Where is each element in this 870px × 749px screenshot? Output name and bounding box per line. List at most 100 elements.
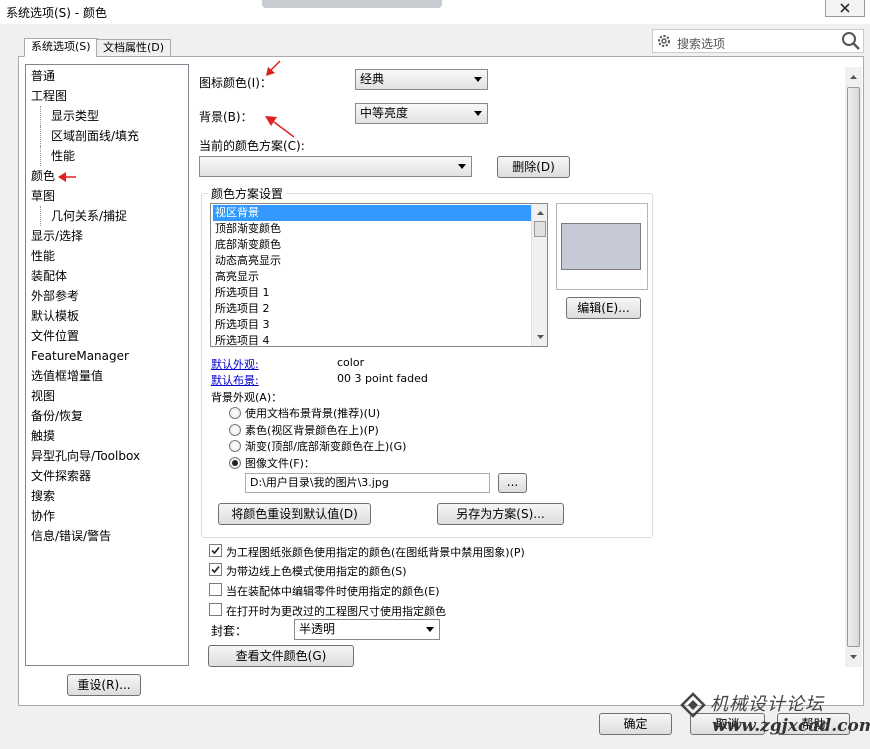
scroll-down-icon[interactable]: [845, 650, 862, 664]
checkbox-shaded-with-edges-label[interactable]: 为带边线上色模式使用指定的颜色(S): [226, 563, 407, 579]
default-scene-value: 00 3 point faded: [337, 372, 428, 385]
reset-button[interactable]: 重设(R)...: [67, 674, 141, 696]
list-item-selected[interactable]: 视区背景: [213, 205, 531, 221]
tree-item-collaboration[interactable]: 协作: [31, 506, 55, 526]
radio-image-file[interactable]: [229, 457, 241, 469]
tree-item-colors[interactable]: 颜色: [31, 166, 55, 186]
checkbox-changed-dimensions[interactable]: [209, 603, 222, 616]
checkbox-drawing-paper-color-label[interactable]: 为工程图纸张颜色使用指定的颜色(在图纸背景中禁用图象)(P): [226, 544, 525, 560]
default-appearance-link[interactable]: 默认外观:: [211, 356, 259, 372]
scroll-thumb[interactable]: [847, 87, 860, 647]
tree-item-backup-recover[interactable]: 备份/恢复: [31, 406, 83, 426]
background-label: 背景(B)：: [199, 110, 253, 124]
radio-document-scene-label[interactable]: 使用文档布景背景(推荐)(U): [245, 405, 380, 421]
tree-item-hole-wizard-toolbox[interactable]: 异型孔向导/Toolbox: [31, 446, 140, 466]
tree-item-assemblies[interactable]: 装配体: [31, 266, 67, 286]
tree-item-sketch[interactable]: 草图: [31, 186, 55, 206]
scroll-thumb[interactable]: [534, 221, 546, 237]
chevron-down-icon: [474, 77, 482, 82]
image-path-field[interactable]: D:\用户目录\我的图片\3.jpg: [245, 473, 490, 493]
tree-item-external-references[interactable]: 外部参考: [31, 286, 79, 306]
radio-gradient[interactable]: [229, 440, 241, 452]
color-scheme-dropdown[interactable]: [199, 156, 472, 177]
tree-item-general[interactable]: 普通: [31, 66, 55, 86]
checkmark-icon: [211, 546, 220, 555]
radio-plain[interactable]: [229, 424, 241, 436]
view-document-colors-button[interactable]: 查看文件颜色(G): [208, 645, 354, 667]
gear-icon: [656, 33, 672, 52]
close-button[interactable]: [825, 0, 865, 17]
list-item[interactable]: 所选项目 3: [215, 317, 270, 333]
tab-document-properties[interactable]: 文档属性(D): [96, 39, 172, 57]
delete-scheme-button[interactable]: 删除(D): [497, 156, 570, 178]
icon-color-dropdown[interactable]: 经典: [355, 69, 488, 90]
ok-button[interactable]: 确定: [599, 713, 672, 735]
list-item[interactable]: 所选项目 1: [215, 285, 270, 301]
background-dropdown[interactable]: 中等亮度: [355, 103, 488, 124]
envelope-label: 封套：: [211, 624, 248, 638]
default-appearance-value: color: [337, 356, 365, 369]
tree-item-file-explorer[interactable]: 文件探索器: [31, 466, 91, 486]
search-box[interactable]: 搜索选项: [652, 29, 864, 53]
envelope-dropdown[interactable]: 半透明: [294, 619, 440, 640]
browse-button[interactable]: ...: [498, 473, 527, 493]
tree-item-search[interactable]: 搜索: [31, 486, 55, 506]
forum-logo-icon: [680, 692, 706, 718]
tree-item-file-locations[interactable]: 文件位置: [31, 326, 79, 346]
scroll-up-icon[interactable]: [845, 70, 862, 84]
icon-color-label: 图标颜色(I)：: [199, 76, 272, 90]
close-icon: [840, 3, 850, 13]
list-item[interactable]: 所选项目 4: [215, 333, 270, 346]
tree-item-drawing-performance[interactable]: 性能: [40, 146, 75, 166]
chevron-down-icon: [458, 164, 466, 169]
tree-item-default-templates[interactable]: 默认模板: [31, 306, 79, 326]
window-title: 系统选项(S) - 颜色: [6, 6, 107, 20]
icon-color-value: 经典: [360, 72, 385, 86]
list-item[interactable]: 动态高亮显示: [215, 253, 281, 269]
tree-item-drawings[interactable]: 工程图: [31, 86, 67, 106]
edit-color-button[interactable]: 编辑(E)...: [566, 297, 641, 319]
save-as-scheme-button[interactable]: 另存为方案(S)...: [437, 503, 564, 525]
tree-item-area-hatch[interactable]: 区域剖面线/填充: [40, 126, 139, 146]
tree-item-view[interactable]: 视图: [31, 386, 55, 406]
tree-item-touch[interactable]: 触摸: [31, 426, 55, 446]
background-value: 中等亮度: [360, 106, 409, 120]
list-item[interactable]: 顶部渐变颜色: [215, 221, 281, 237]
watermark-url: www.zgjxcad.com: [712, 716, 870, 736]
options-tree[interactable]: 普通 工程图 显示类型 区域剖面线/填充 性能 颜色 草图 几何关系/捕捉 显示…: [25, 64, 189, 666]
watermark-title: 机械设计论坛: [710, 694, 824, 715]
chevron-down-icon: [474, 111, 482, 116]
scroll-up-icon[interactable]: [532, 206, 548, 220]
checkbox-edit-part-in-assembly-label[interactable]: 当在装配体中编辑零件时使用指定的颜色(E): [226, 583, 440, 599]
checkbox-changed-dimensions-label[interactable]: 在打开时为更改过的工程图尺寸使用指定颜色: [226, 603, 446, 619]
scroll-down-icon[interactable]: [532, 330, 548, 344]
radio-gradient-label[interactable]: 渐变(顶部/底部渐变颜色在上)(G): [245, 438, 406, 454]
tree-item-relations-snaps[interactable]: 几何关系/捕捉: [40, 206, 127, 226]
annotation-arrow-background: [265, 116, 295, 138]
tree-item-display-selection[interactable]: 显示/选择: [31, 226, 83, 246]
tab-system-options[interactable]: 系统选项(S): [24, 38, 98, 57]
radio-plain-label[interactable]: 素色(视区背景颜色在上)(P): [245, 422, 379, 438]
tree-item-performance[interactable]: 性能: [31, 246, 55, 266]
tree-item-messages-errors-warnings[interactable]: 信息/错误/警告: [31, 526, 111, 546]
list-item[interactable]: 底部渐变颜色: [215, 237, 281, 253]
radio-image-file-label[interactable]: 图像文件(F)：: [245, 455, 315, 471]
tree-item-spin-box-increments[interactable]: 选值框增量值: [31, 366, 103, 386]
reset-colors-button[interactable]: 将颜色重设到默认值(D): [218, 503, 371, 525]
list-item[interactable]: 高亮显示: [215, 269, 259, 285]
search-icon[interactable]: [841, 31, 861, 54]
list-scrollbar[interactable]: [531, 204, 548, 346]
checkbox-drawing-paper-color[interactable]: [209, 544, 222, 557]
checkbox-edit-part-in-assembly[interactable]: [209, 583, 222, 596]
default-scene-link[interactable]: 默认布景:: [211, 372, 259, 388]
list-item[interactable]: 所选项目 2: [215, 301, 270, 317]
envelope-value: 半透明: [299, 622, 336, 636]
tree-item-display-style[interactable]: 显示类型: [40, 106, 99, 126]
radio-document-scene[interactable]: [229, 407, 241, 419]
color-scheme-list[interactable]: 视区背景 顶部渐变颜色 底部渐变颜色 动态高亮显示 高亮显示 所选项目 1 所选…: [210, 203, 548, 347]
page-scrollbar[interactable]: [845, 67, 862, 667]
tree-item-featuremanager[interactable]: FeatureManager: [31, 346, 129, 366]
checkbox-shaded-with-edges[interactable]: [209, 563, 222, 576]
search-input[interactable]: 搜索选项: [677, 35, 725, 52]
color-scheme-label: 当前的颜色方案(C):: [199, 139, 305, 153]
